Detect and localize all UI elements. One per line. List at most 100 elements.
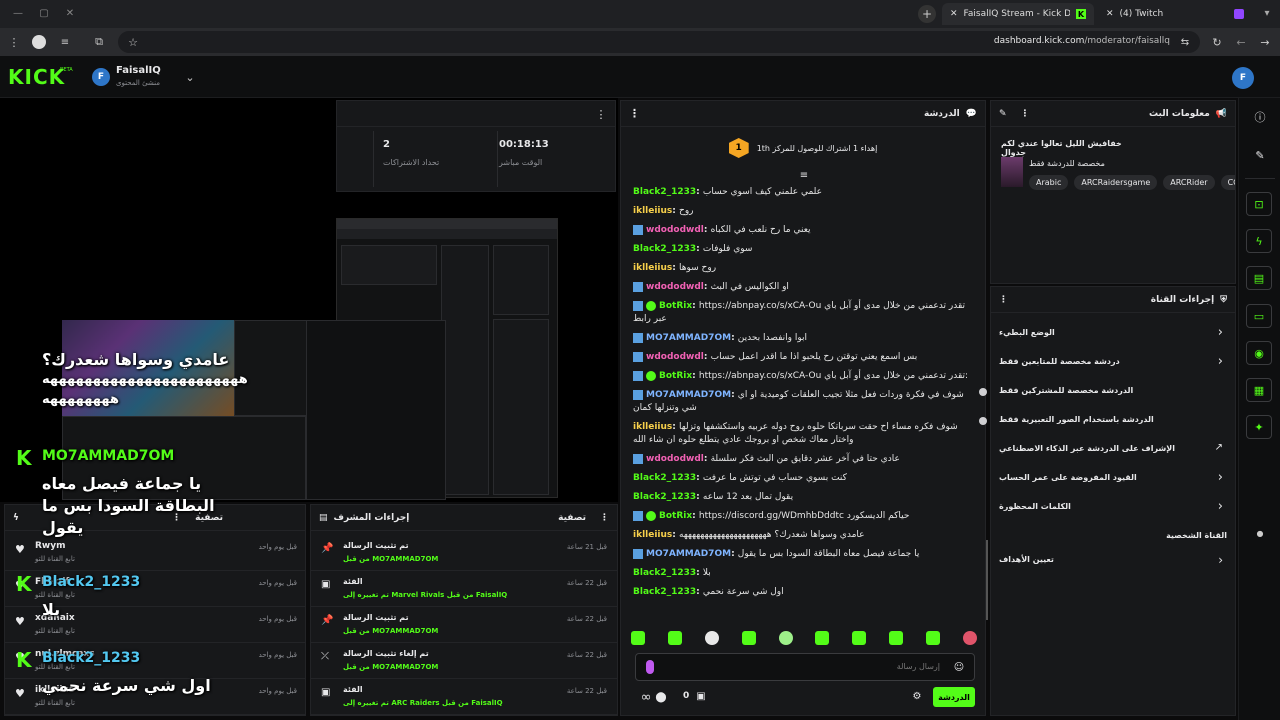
wrench-icon[interactable]: ✦ xyxy=(1246,415,1272,439)
emote-icon[interactable] xyxy=(926,631,940,645)
chat-username[interactable]: wdododwdl xyxy=(646,352,704,362)
chat-username[interactable]: Black2_1233 xyxy=(633,492,696,502)
tag-chip[interactable]: ARCRider xyxy=(1163,175,1215,190)
broadcast-icon[interactable]: ◉ xyxy=(1246,341,1272,365)
chevron-right-icon: › xyxy=(1217,470,1223,485)
more-options-icon[interactable]: ⋮ xyxy=(600,513,609,523)
chat-username[interactable]: MO7AMMAD7OM xyxy=(646,333,731,343)
gift-icon[interactable]: ▣ xyxy=(695,690,707,702)
emote-icon[interactable] xyxy=(667,631,682,645)
menu-dots-icon[interactable]: ⋮ xyxy=(8,35,20,49)
chat-message: MO7AMMAD7OM: شوف في فكرة وردات فعل مثلا … xyxy=(633,389,964,413)
pencil-icon[interactable]: ✎ xyxy=(1253,148,1267,162)
chat-username[interactable]: MO7AMMAD7OM xyxy=(646,390,731,400)
tag-chip[interactable]: CO xyxy=(1220,175,1235,190)
pinned-goal[interactable]: 1 إهداء 1 اشتراك للوصول للمركز 1th xyxy=(621,131,985,165)
emote-icon[interactable] xyxy=(631,631,645,645)
info-icon[interactable]: ⓘ xyxy=(1253,110,1267,124)
site-settings-icon[interactable]: ⇆ xyxy=(1178,35,1192,49)
more-options-icon[interactable]: ⋮ xyxy=(1021,109,1030,119)
chat-username[interactable]: Black2_1233 xyxy=(633,587,696,597)
emote-row xyxy=(631,631,977,649)
chat-username[interactable]: wdododwdl xyxy=(646,282,704,292)
chat-username[interactable]: Black2_1233 xyxy=(633,568,696,578)
chat-username[interactable]: BotRix xyxy=(659,511,692,521)
chat-username[interactable]: iklleiius xyxy=(633,422,672,432)
emote-icon[interactable] xyxy=(962,631,977,645)
chat-username[interactable]: iklleiius xyxy=(633,263,672,273)
gear-icon[interactable]: ⚙ xyxy=(911,690,923,702)
close-tab-icon[interactable]: ✕ xyxy=(950,9,958,19)
emote-icon[interactable] xyxy=(778,631,793,645)
edit-icon[interactable]: ✎ xyxy=(999,109,1007,119)
channel-action-row[interactable]: الكلمات المحظورة › xyxy=(991,497,1235,519)
tag-chip[interactable]: ARCRaidersgame xyxy=(1074,175,1158,190)
document-icon[interactable]: ▤ xyxy=(1246,266,1272,290)
bookmark-star-icon[interactable]: ☆ xyxy=(126,35,140,49)
chat-username[interactable]: wdododwdl xyxy=(646,225,704,235)
close-tab-icon[interactable]: ✕ xyxy=(1106,9,1114,19)
collapse-icon[interactable]: ≡ xyxy=(797,169,811,181)
chat-username[interactable]: wdododwdl xyxy=(646,454,704,464)
chat-username[interactable]: BotRix xyxy=(659,371,692,381)
channel-name[interactable]: FaisalIQ xyxy=(116,65,161,76)
chat-icon[interactable]: ▭ xyxy=(1246,304,1272,328)
more-options-icon[interactable]: ⋮ xyxy=(595,107,607,121)
chat-username[interactable]: BotRix xyxy=(659,301,692,311)
channel-action-row[interactable]: الدردشة باستخدام الصور التعبيرية فقط xyxy=(991,410,1235,432)
more-options-icon[interactable]: ⋮ xyxy=(629,107,640,120)
channel-action-row[interactable]: الإشراف على الدردشة عبر الذكاء الاصطناعي… xyxy=(991,439,1235,461)
emote-icon[interactable] xyxy=(889,631,904,645)
chat-username[interactable]: MO7AMMAD7OM xyxy=(646,549,731,559)
chat-username[interactable]: iklleiius xyxy=(633,530,672,540)
infinity-icon[interactable]: ∞ xyxy=(639,687,653,707)
filter-button[interactable]: تصفية xyxy=(558,513,586,523)
capture-icon[interactable]: ⊡ xyxy=(1246,192,1272,216)
chat-input[interactable]: إرسال رسالة ☺ xyxy=(635,653,975,681)
channel-action-row[interactable]: الدردشة مخصصة للمشتركين فقط xyxy=(991,381,1235,403)
tag-chip[interactable]: Arabic xyxy=(1029,175,1069,190)
tab-twitch[interactable]: ✕ (4) Twitch xyxy=(1098,3,1252,25)
emote-icon[interactable] xyxy=(704,631,719,645)
personal-channel-title: القناة الشخصية xyxy=(1166,531,1227,540)
points-icon[interactable]: ⬤ xyxy=(655,691,667,703)
mic-icon[interactable] xyxy=(646,660,654,674)
back-icon[interactable]: ← xyxy=(1234,35,1248,49)
tab-overflow-icon[interactable]: ▾ xyxy=(1260,6,1274,20)
layout-icon[interactable]: ▦ xyxy=(1246,378,1272,402)
mod-action-item: 📌 تم تثبيت الرسالة من قبل MO7AMMAD7OM قبل 2… xyxy=(311,609,617,643)
chat-message: Black2_1233: علمي علمني كيف اسوي حساب xyxy=(633,187,823,197)
close-window-icon[interactable]: ✕ xyxy=(64,7,76,19)
new-tab-icon[interactable]: + xyxy=(918,5,936,23)
emote-icon[interactable] xyxy=(741,631,756,645)
user-avatar[interactable]: F xyxy=(1232,67,1254,89)
queue-icon[interactable]: ≡ xyxy=(58,35,72,49)
dot-circle-icon[interactable]: ● xyxy=(1253,526,1267,540)
send-chat-button[interactable]: الدردشة xyxy=(933,687,975,707)
chat-username[interactable]: Black2_1233 xyxy=(633,244,696,254)
channel-action-row[interactable]: القيود المفروضة على عمر الحساب › xyxy=(991,468,1235,490)
emote-icon[interactable] xyxy=(852,631,867,645)
reload-icon[interactable]: ↻ xyxy=(1210,35,1224,49)
channel-action-row[interactable]: الوضع البطيء › xyxy=(991,323,1235,345)
chat-username[interactable]: iklleiius xyxy=(633,206,672,216)
kick-logo[interactable]: KICK xyxy=(8,65,65,89)
bolt-icon[interactable]: ϟ xyxy=(1246,229,1272,253)
extensions-icon[interactable]: ⧉ xyxy=(92,35,106,49)
more-options-icon[interactable]: ⋮ xyxy=(999,295,1008,305)
channel-avatar[interactable]: F xyxy=(92,68,110,86)
channel-action-row[interactable]: دردشة مخصصة للمتابعين فقط › xyxy=(991,352,1235,374)
profile-icon[interactable] xyxy=(32,35,46,49)
restore-icon[interactable]: ▢ xyxy=(38,7,50,19)
chat-scrollbar[interactable] xyxy=(986,540,988,620)
tab-kick-dashboard[interactable]: ✕ FaisalIQ Stream - Kick Dashboar K xyxy=(942,3,1094,25)
chat-username[interactable]: Black2_1233 xyxy=(633,473,696,483)
chevron-down-icon[interactable]: ⌄ xyxy=(183,70,197,84)
emote-icon[interactable] xyxy=(815,631,830,645)
chat-username[interactable]: Black2_1233 xyxy=(633,187,696,197)
emoji-icon[interactable]: ☺ xyxy=(952,660,966,674)
forward-icon[interactable]: → xyxy=(1258,35,1272,49)
set-goals-row[interactable]: تعيين الأهداف › xyxy=(991,551,1235,571)
url-field[interactable]: ☆ dashboard.kick.com/moderator/faisallq … xyxy=(118,31,1200,53)
minimize-icon[interactable]: — xyxy=(12,7,24,19)
